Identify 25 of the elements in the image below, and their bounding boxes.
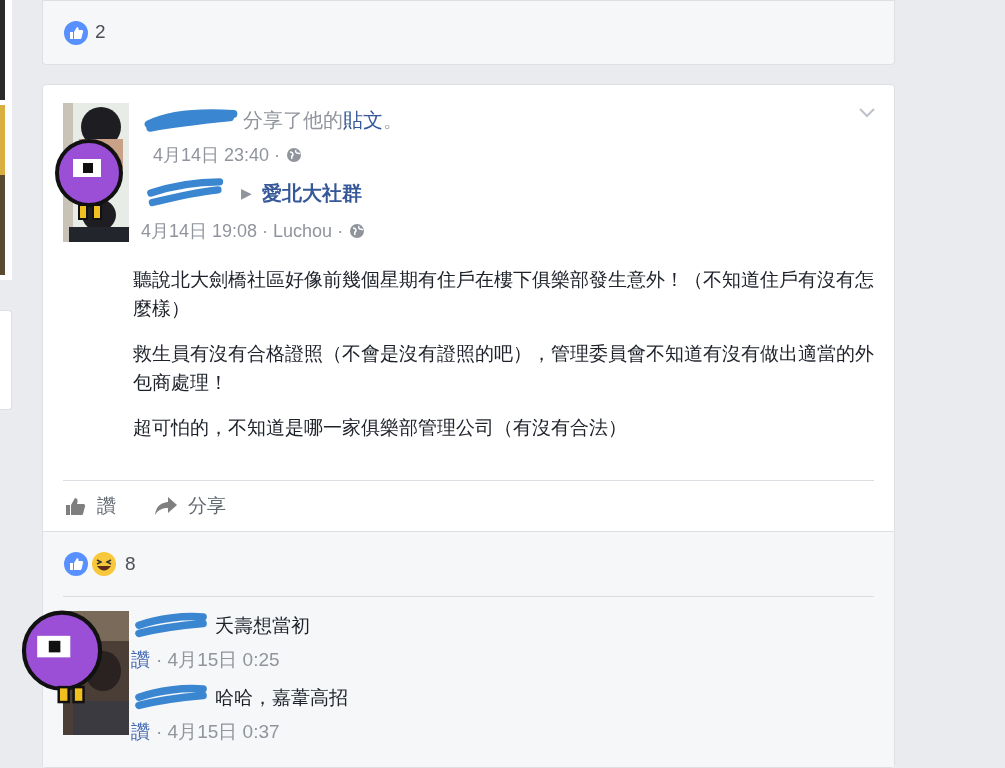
- like-icon: [63, 19, 89, 46]
- globe-icon: [286, 147, 303, 163]
- arrow-glyph: ▶: [241, 183, 252, 203]
- like-icon: [63, 551, 89, 577]
- post-paragraph: 聽說北大劍橋社區好像前幾個星期有住戶在樓下俱樂部發生意外！（不知道住戶有沒有怎麼樣）: [133, 268, 874, 321]
- globe-icon: [349, 223, 366, 239]
- laugh-icon: [91, 551, 117, 577]
- reaction-count[interactable]: 8: [125, 549, 136, 579]
- post-link[interactable]: 貼文: [343, 109, 383, 131]
- like-link[interactable]: 讚: [131, 645, 150, 675]
- like-link[interactable]: 讚: [131, 717, 150, 747]
- share-arrow-icon: [154, 496, 178, 516]
- thumbs-up-icon: [65, 496, 87, 516]
- chevron-icon[interactable]: [858, 107, 876, 119]
- like-count[interactable]: 2: [95, 18, 106, 47]
- post-paragraph: 超可怕的，不知道是哪一家俱樂部管理公司（有沒有合法）: [133, 416, 628, 440]
- timestamp[interactable]: 4月14日 23:40 ·: [153, 141, 281, 169]
- post-paragraph: 救生員有沒有合格證照（不會是沒有證照的吧），管理委員會不知道有沒有做出適當的外包商處理！: [133, 342, 874, 395]
- group-link[interactable]: 愛北大社群: [262, 178, 362, 208]
- share-header: 分享了他的貼文。: [243, 108, 403, 133]
- comment-text: 哈哈，嘉葦高招: [215, 685, 348, 710]
- timestamp[interactable]: 4月14日 19:08 · Luchou ·: [141, 217, 344, 245]
- comment-text: 夭壽想當初: [215, 613, 310, 638]
- action-button[interactable]: 分享: [152, 491, 228, 521]
- action-button[interactable]: 讚: [63, 491, 118, 521]
